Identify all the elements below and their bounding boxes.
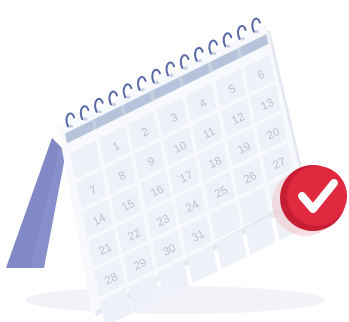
binding-hole	[140, 88, 145, 92]
binding-hole	[126, 95, 131, 99]
binding-hole	[183, 66, 188, 70]
binding-hole	[97, 110, 102, 114]
binding-hole	[226, 44, 231, 48]
binding-hole	[211, 51, 217, 56]
binding-hole	[168, 73, 174, 77]
calendar-svg: 1234567891011121314151617181920212223242…	[6, 17, 347, 322]
binding-hole	[111, 102, 117, 107]
binding-hole	[254, 30, 260, 34]
binding-hole	[197, 59, 202, 63]
calendar-illustration: 1 2 3 4 5 6 7 8 9 10 11 12 13 14 15 16 17 18 19 20 21 22 23 24 2…	[0, 0, 349, 322]
binding-hole	[83, 117, 88, 121]
binding-hole	[240, 37, 245, 41]
binding-hole	[154, 81, 160, 85]
check-badge-face	[287, 166, 347, 226]
binding-hole	[68, 124, 74, 128]
